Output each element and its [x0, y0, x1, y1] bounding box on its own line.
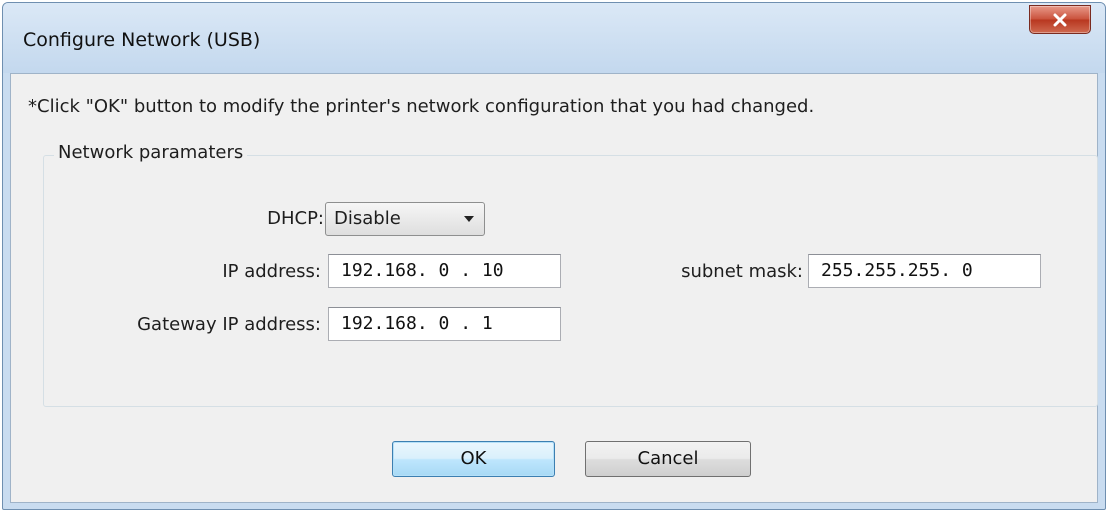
close-icon [1053, 13, 1067, 26]
subnet-mask-field[interactable]: 255.255.255. 0 [808, 254, 1041, 288]
dialog-window: Configure Network (USB) *Click "OK" butt… [2, 2, 1106, 510]
subnet-mask-label: subnet mask: [681, 261, 803, 282]
ip-address-field[interactable]: 192.168. 0 . 10 [328, 254, 561, 288]
dhcp-label: DHCP: [267, 208, 324, 229]
instruction-text: *Click "OK" button to modify the printer… [28, 96, 815, 117]
ip-address-label: IP address: [222, 261, 321, 282]
chevron-down-icon [464, 216, 474, 222]
title-bar[interactable]: Configure Network (USB) [3, 3, 1105, 73]
gateway-ip-field[interactable]: 192.168. 0 . 1 [328, 307, 561, 341]
dhcp-select-value: Disable [334, 208, 401, 229]
ok-button[interactable]: OK [392, 441, 555, 477]
gateway-ip-label: Gateway IP address: [137, 314, 321, 335]
close-button[interactable] [1029, 5, 1091, 34]
window-title: Configure Network (USB) [23, 29, 261, 51]
cancel-button[interactable]: Cancel [585, 441, 751, 477]
group-title: Network paramaters [54, 142, 248, 163]
dhcp-select[interactable]: Disable [325, 202, 485, 236]
dialog-content: *Click "OK" button to modify the printer… [10, 73, 1098, 503]
